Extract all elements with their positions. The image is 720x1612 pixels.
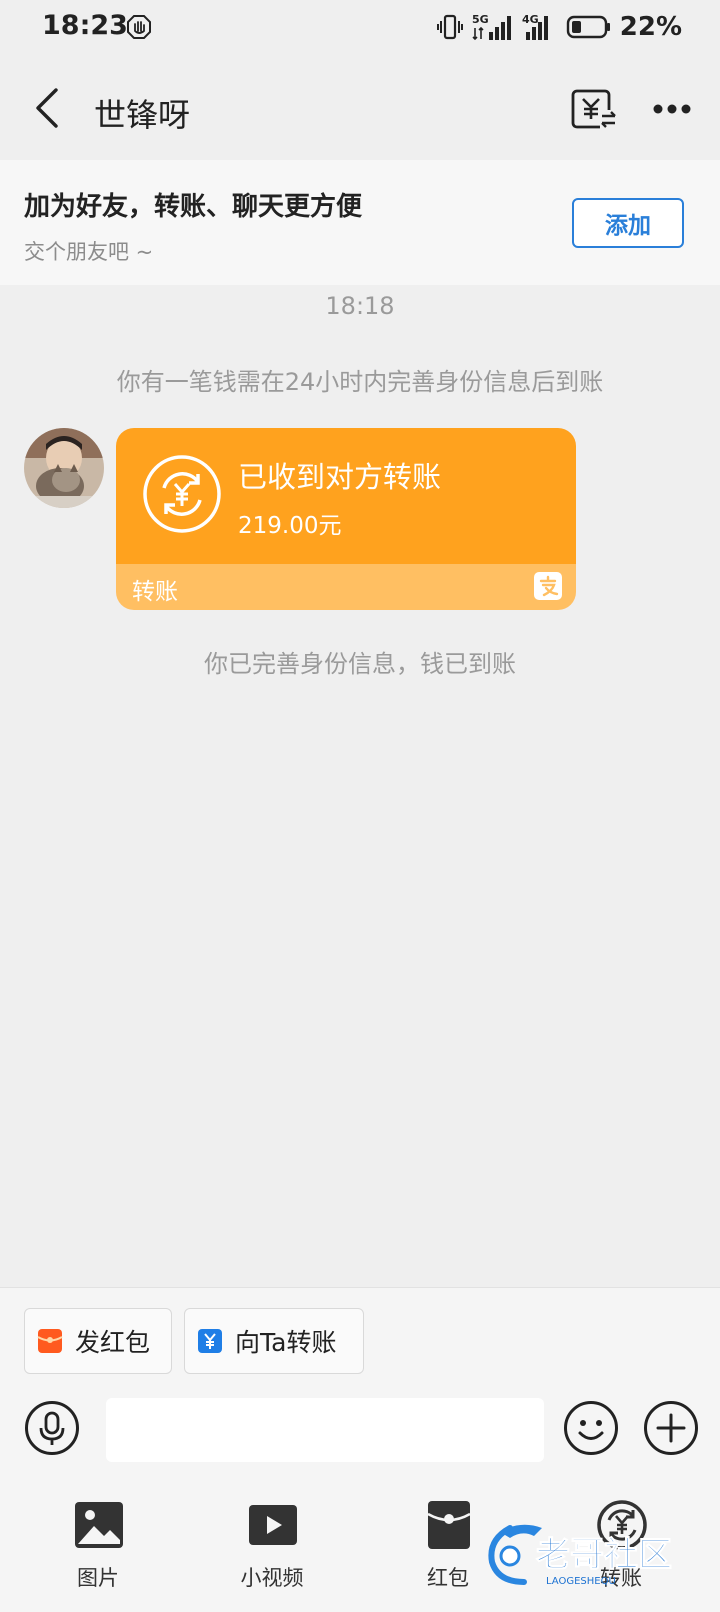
- toolbar-video-label: 小视频: [240, 1566, 304, 1590]
- battery-icon: [566, 15, 610, 39]
- redpacket-tool-icon: [427, 1501, 471, 1549]
- toolbar-photos-label: 图片: [77, 1566, 119, 1590]
- completion-notice: 你已完善身份信息，钱已到账: [204, 650, 516, 678]
- transfer-card-title: 已收到对方转账: [238, 460, 442, 494]
- message-input[interactable]: [106, 1398, 544, 1462]
- transfer-card-footer: 转账: [116, 564, 576, 610]
- transfer-message-card[interactable]: 已收到对方转账 219.00元 转账: [116, 428, 576, 610]
- banner-subtitle: 交个朋友吧 ~: [24, 240, 154, 264]
- transfer-to-ta-button[interactable]: 向Ta转账: [184, 1308, 364, 1374]
- more-icon[interactable]: [652, 102, 692, 116]
- status-icons: 5G 4G 22%: [436, 10, 682, 44]
- vibrate-icon: [436, 14, 463, 40]
- avatar[interactable]: [24, 428, 104, 508]
- status-bar: 18:23 5G 4G 22%: [0, 0, 720, 56]
- emoji-icon[interactable]: [563, 1400, 619, 1456]
- avatar-image: [24, 428, 104, 508]
- transfer-card-label: 转账: [132, 579, 178, 605]
- system-notice: 你有一笔钱需在24小时内完善身份信息后到账: [116, 368, 604, 396]
- network-4g-label: 4G: [522, 13, 539, 26]
- transfer-to-ta-label: 向Ta转账: [235, 1328, 337, 1357]
- signal-icon: 5G: [472, 13, 511, 41]
- chat-timestamp: 18:18: [325, 292, 395, 320]
- toolbar-photos[interactable]: 图片: [38, 1500, 158, 1600]
- back-icon[interactable]: [30, 86, 66, 130]
- signal-4g-icon: 4G: [522, 13, 548, 40]
- transfer-amount: 219.00元: [238, 513, 342, 539]
- network-5g-label: 5G: [472, 13, 489, 26]
- microphone-icon[interactable]: [24, 1400, 80, 1456]
- yuan-icon: [198, 1329, 222, 1353]
- transfer-card-body: 已收到对方转账 219.00元: [116, 428, 576, 564]
- plus-icon[interactable]: [643, 1400, 699, 1456]
- hand-icon: [127, 15, 151, 39]
- transfer-record-icon[interactable]: [570, 88, 618, 132]
- add-friend-button[interactable]: 添加: [572, 198, 684, 248]
- image-icon: [75, 1502, 123, 1548]
- coin-transfer-icon: [143, 455, 221, 533]
- page-title: 世锋呀: [94, 96, 191, 134]
- send-redpacket-button[interactable]: 发红包: [24, 1308, 172, 1374]
- redpacket-icon: [37, 1329, 63, 1353]
- alipay-icon: [534, 572, 562, 600]
- watermark-logo: 老哥社区 LAOGESHEQU: [488, 1524, 673, 1587]
- add-friend-banner: 加为好友，转账、聊天更方便 交个朋友吧 ~ 添加: [0, 160, 720, 285]
- banner-title: 加为好友，转账、聊天更方便: [24, 192, 363, 222]
- watermark-subtext: LAOGESHEQU: [546, 1576, 616, 1587]
- status-time: 18:23: [42, 10, 128, 41]
- battery-percent: 22%: [619, 12, 682, 42]
- watermark-text: 老哥社区: [536, 1535, 672, 1575]
- video-icon: [249, 1505, 297, 1545]
- nav-bar: 世锋呀: [0, 56, 720, 160]
- send-redpacket-label: 发红包: [75, 1328, 151, 1357]
- toolbar-video[interactable]: 小视频: [212, 1500, 332, 1600]
